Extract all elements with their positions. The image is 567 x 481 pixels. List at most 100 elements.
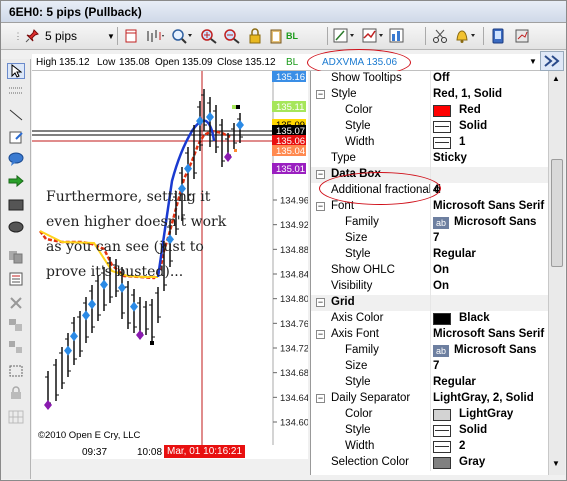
group-icon[interactable] [7, 317, 25, 333]
property-value[interactable]: LightGray, 2, Solid [433, 392, 534, 404]
pin-icon[interactable] [23, 26, 41, 46]
scrollbar-thumb[interactable] [551, 159, 563, 267]
ungroup-icon[interactable] [7, 339, 25, 355]
property-row[interactable]: − Axis Font Microsoft Sans Serif [311, 327, 548, 343]
collapse-toggle-icon[interactable]: − [316, 90, 325, 99]
window-icon[interactable] [122, 26, 140, 46]
zoom-out-icon[interactable] [222, 26, 242, 46]
drawing-tools-icon[interactable] [332, 26, 356, 46]
property-value[interactable]: Microsoft Sans Serif [433, 328, 544, 340]
property-value[interactable]: On [433, 280, 449, 292]
property-row[interactable]: Width 2 [311, 439, 548, 455]
alert-bell-icon[interactable] [453, 26, 477, 46]
property-row[interactable]: Size 7 [311, 231, 548, 247]
zoom-in-icon[interactable] [199, 26, 219, 46]
property-row[interactable]: Size 7 [311, 359, 548, 375]
property-value[interactable]: Microsoft Sans [454, 216, 536, 228]
property-row[interactable]: − Style Red, 1, Solid [311, 87, 548, 103]
property-value[interactable]: Red, 1, Solid [433, 88, 502, 100]
property-value[interactable]: Microsoft Sans Serif [433, 200, 544, 212]
indicators-icon[interactable] [361, 26, 385, 46]
collapse-panel-button[interactable] [540, 51, 564, 71]
property-value[interactable]: Black [459, 312, 490, 324]
color-swatch [433, 105, 451, 117]
property-value[interactable]: Red [459, 104, 481, 116]
bl-toggle[interactable]: BL [286, 26, 298, 46]
property-name: Type [331, 152, 356, 164]
property-row[interactable]: Color Red [311, 103, 548, 119]
property-row[interactable]: Type Sticky [311, 151, 548, 167]
property-row[interactable]: − Daily Separator LightGray, 2, Solid [311, 391, 548, 407]
property-row[interactable]: − Grid [311, 295, 548, 311]
property-value[interactable]: Off [433, 72, 450, 84]
cursor-icon[interactable] [7, 63, 25, 79]
price-chart[interactable]: 134.96 134.92 134.88 134.84 134.80 134.76 134.… [32, 71, 309, 459]
property-row[interactable]: Style Solid [311, 423, 548, 439]
link-icon[interactable] [512, 26, 532, 46]
select-area-icon[interactable] [7, 363, 25, 379]
scroll-up-icon[interactable]: ▲ [552, 74, 560, 83]
scroll-down-icon[interactable]: ▼ [552, 459, 560, 468]
property-value[interactable]: 7 [433, 232, 439, 244]
property-value[interactable]: Sticky [433, 152, 467, 164]
property-row[interactable]: Show OHLC On [311, 263, 548, 279]
property-value[interactable]: Gray [459, 456, 485, 468]
properties-icon[interactable] [7, 271, 25, 287]
property-name: Show Tooltips [331, 72, 402, 84]
lock-icon[interactable] [246, 26, 264, 46]
pullback-marker-purple [136, 330, 144, 340]
property-value[interactable]: Regular [433, 376, 476, 388]
collapse-toggle-icon[interactable]: − [316, 394, 325, 403]
property-value[interactable]: Microsoft Sans [454, 344, 536, 356]
delete-icon[interactable] [7, 295, 25, 311]
properties-scrollbar[interactable]: ▲ ▼ [548, 71, 565, 475]
property-value[interactable]: Solid [459, 120, 487, 132]
clipboard-icon[interactable] [267, 26, 285, 46]
chart-settings-icon[interactable] [388, 26, 406, 46]
chevron-down-icon[interactable]: ▼ [529, 57, 537, 66]
copy-icon[interactable] [7, 249, 25, 265]
property-value[interactable]: Solid [459, 424, 487, 436]
property-row[interactable]: Style Solid [311, 119, 548, 135]
property-value[interactable]: Regular [433, 248, 476, 260]
property-row[interactable]: Axis Color Black [311, 311, 548, 327]
cut-icon[interactable] [430, 26, 450, 46]
property-row[interactable]: Style Regular [311, 375, 548, 391]
y-tick-label: 134.72 [280, 344, 308, 355]
property-name: Grid [331, 296, 355, 308]
property-value[interactable]: 1 [459, 136, 465, 148]
horizontal-line-icon[interactable] [7, 83, 25, 99]
property-value[interactable]: On [433, 264, 449, 276]
zoom-menu-icon[interactable] [170, 26, 194, 46]
property-value[interactable]: LightGray [459, 408, 513, 420]
property-row[interactable]: Width 1 [311, 135, 548, 151]
property-row[interactable]: Show Tooltips Off [311, 71, 548, 87]
note-icon[interactable] [7, 129, 25, 145]
rectangle-icon[interactable] [7, 197, 25, 213]
collapse-toggle-icon[interactable]: − [316, 202, 325, 211]
property-row[interactable]: Style Regular [311, 247, 548, 263]
x-tick-1008: 10:08 [137, 447, 163, 458]
property-row[interactable]: Family ab Microsoft Sans [311, 343, 548, 359]
collapse-toggle-icon[interactable]: − [316, 298, 325, 307]
property-row[interactable]: Color LightGray [311, 407, 548, 423]
y-tick-label: 134.96 [280, 196, 308, 207]
collapse-toggle-icon[interactable]: − [316, 330, 325, 339]
collapse-toggle-icon[interactable]: − [316, 170, 325, 179]
property-row[interactable]: Selection Color Gray [311, 455, 548, 471]
grid-icon[interactable] [7, 409, 25, 425]
properties-grid[interactable]: Show Tooltips Off − Style Red, 1, Solid Color… [310, 71, 548, 475]
lock-drawing-icon[interactable] [7, 385, 25, 401]
property-row[interactable]: Visibility On [311, 279, 548, 295]
property-value[interactable]: 7 [433, 360, 439, 372]
arrow-icon[interactable] [7, 173, 25, 189]
interval-selector[interactable]: 5 pips ▼ [45, 26, 115, 46]
property-value[interactable]: 2 [459, 440, 465, 452]
ellipse-icon[interactable] [7, 219, 25, 235]
property-row[interactable]: Family ab Microsoft Sans [311, 215, 548, 231]
bar-style-icon[interactable] [144, 26, 166, 46]
callout-icon[interactable] [7, 151, 25, 167]
device-icon[interactable] [489, 26, 507, 46]
y-tick-label: 134.84 [280, 270, 308, 281]
trend-line-icon[interactable] [7, 107, 25, 123]
